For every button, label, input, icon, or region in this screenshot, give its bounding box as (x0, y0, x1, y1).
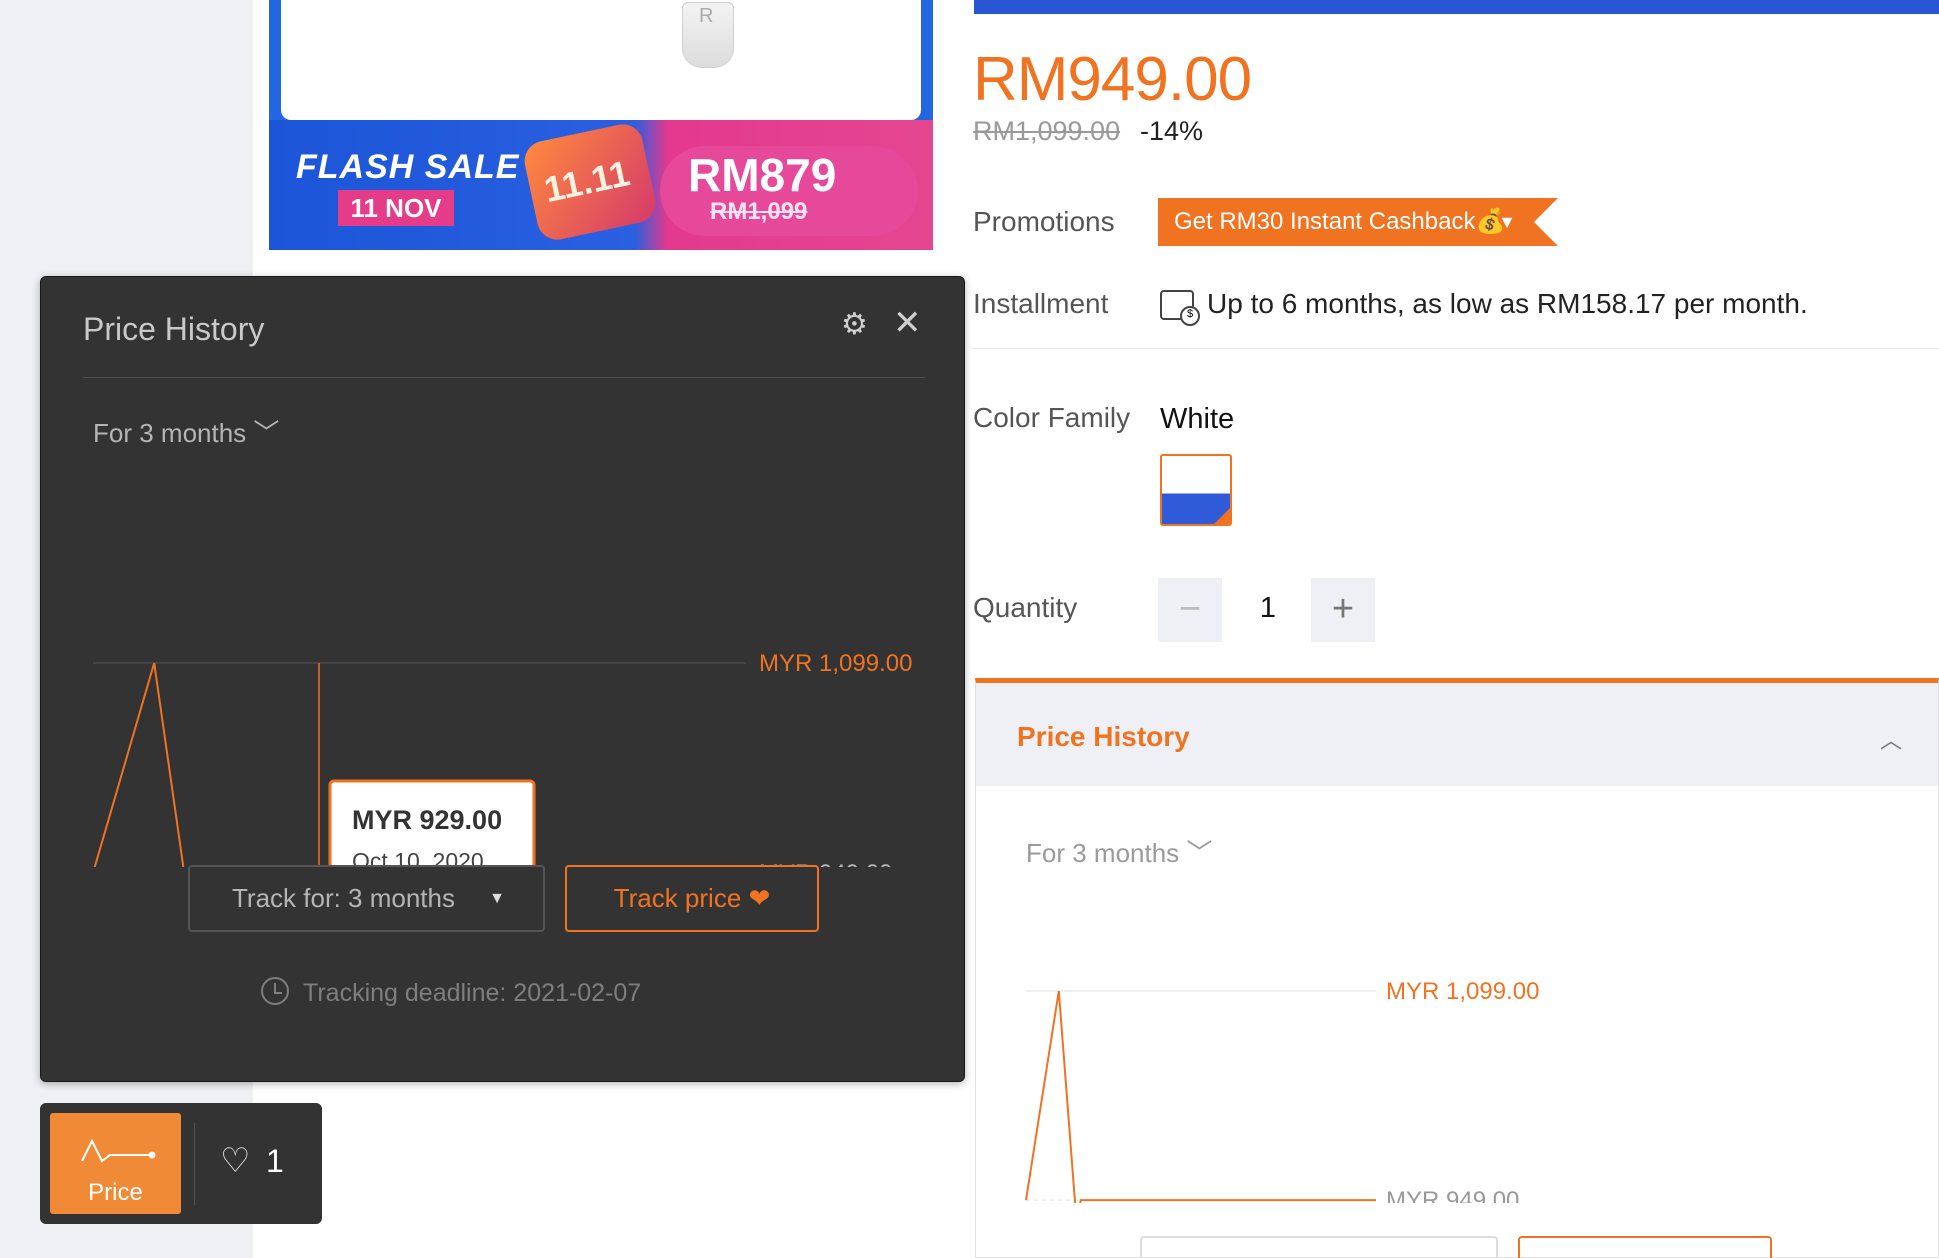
color-family-label: Color Family (973, 402, 1131, 433)
caret-down-icon: ▼ (1498, 212, 1516, 232)
popup-price-chart: MYR 1,099.00MYR 949.00MYR 929.00SepOctNo… (93, 650, 912, 867)
popup-divider (83, 377, 925, 378)
track-for-select-partial[interactable] (1140, 1236, 1498, 1258)
price-widget: Price ♡ 1 (40, 1103, 322, 1224)
flash-sale-title: FLASH SALE (296, 148, 520, 186)
range-select[interactable]: For 3 months ﹀ (1026, 833, 1212, 870)
color-swatch-white[interactable] (1160, 454, 1232, 526)
gear-icon[interactable]: ⚙ (841, 307, 868, 342)
flash-price: RM879 (688, 149, 837, 201)
price-history-popup: Price History ⚙ ✕ For 3 months ﹀ MYR 1,0… (40, 276, 965, 1082)
quantity-decrease-button[interactable]: − (1158, 578, 1222, 642)
price-tab-label: Price (88, 1179, 143, 1206)
caret-down-icon: ▼ (489, 890, 505, 907)
airpod-image: R (682, 2, 734, 68)
price-history-header[interactable]: Price History ︿ (976, 683, 1938, 786)
max-price-label: MYR 1,099.00 (1386, 978, 1539, 1005)
product-photo-area (281, 0, 921, 120)
quantity-increase-button[interactable]: + (1311, 578, 1375, 642)
promo-text: Get RM30 Instant Cashback💰 (1174, 208, 1506, 235)
chevron-down-icon: ﹀ (1186, 838, 1213, 868)
max-price-label: MYR 1,099.00 (759, 650, 912, 677)
current-price: RM949.00 (973, 45, 1252, 114)
calendar-dollar-icon (1160, 290, 1200, 326)
price-tab-button[interactable]: Price (50, 1113, 181, 1214)
widget-divider (194, 1123, 195, 1205)
tooltip-price: MYR 929.00 (352, 805, 502, 835)
page: { "banner": { "flash_sale": "FLASH SALE"… (0, 0, 1939, 1258)
track-price-button-partial[interactable] (1518, 1236, 1772, 1258)
installment-label: Installment (973, 288, 1109, 319)
heart-check-icon: ❤ (748, 883, 771, 913)
color-value: White (1160, 403, 1235, 435)
tracking-deadline: Tracking deadline: 2021-02-07 (261, 977, 641, 1008)
close-icon[interactable]: ✕ (893, 303, 922, 343)
heart-icon[interactable]: ♡ (220, 1141, 250, 1181)
favorite-count: 1 (266, 1143, 284, 1179)
flash-sale-date: 11 NOV (338, 190, 454, 226)
flash-old-price: RM1,099 (710, 198, 808, 225)
price-line (1025, 990, 1376, 1203)
original-price: RM1,099.00 (973, 116, 1121, 146)
installment-text: Up to 6 months, as low as RM158.17 per m… (1207, 288, 1808, 319)
promotions-label: Promotions (973, 206, 1115, 237)
side-price-chart: MYR 1,099.00MYR 949.00MYR 929.00SepOctNo… (1025, 978, 1539, 1203)
track-price-button[interactable]: Track price ❤ (565, 865, 819, 932)
price-history-title: Price History (1017, 721, 1190, 752)
track-duration-select[interactable]: Track for: 3 months ▼ (188, 865, 545, 932)
popup-title: Price History (83, 311, 265, 347)
quantity-value[interactable]: 1 (1248, 592, 1288, 625)
cashback-promo-button[interactable]: Get RM30 Instant Cashback💰 ▼ (1158, 198, 1558, 246)
price-history-panel: Price History ︿ For 3 months ﹀ MYR 1,099… (975, 678, 1939, 1258)
quantity-label: Quantity (973, 592, 1078, 623)
price-trend-icon (81, 1138, 156, 1163)
discount-badge: -14% (1140, 116, 1204, 146)
top-accent-bar (974, 0, 1939, 14)
clock-icon (261, 977, 289, 1005)
divider (973, 348, 1939, 349)
chevron-up-icon[interactable]: ︿ (1880, 723, 1902, 755)
current-price-label: MYR 949.00 (1386, 1187, 1519, 1203)
